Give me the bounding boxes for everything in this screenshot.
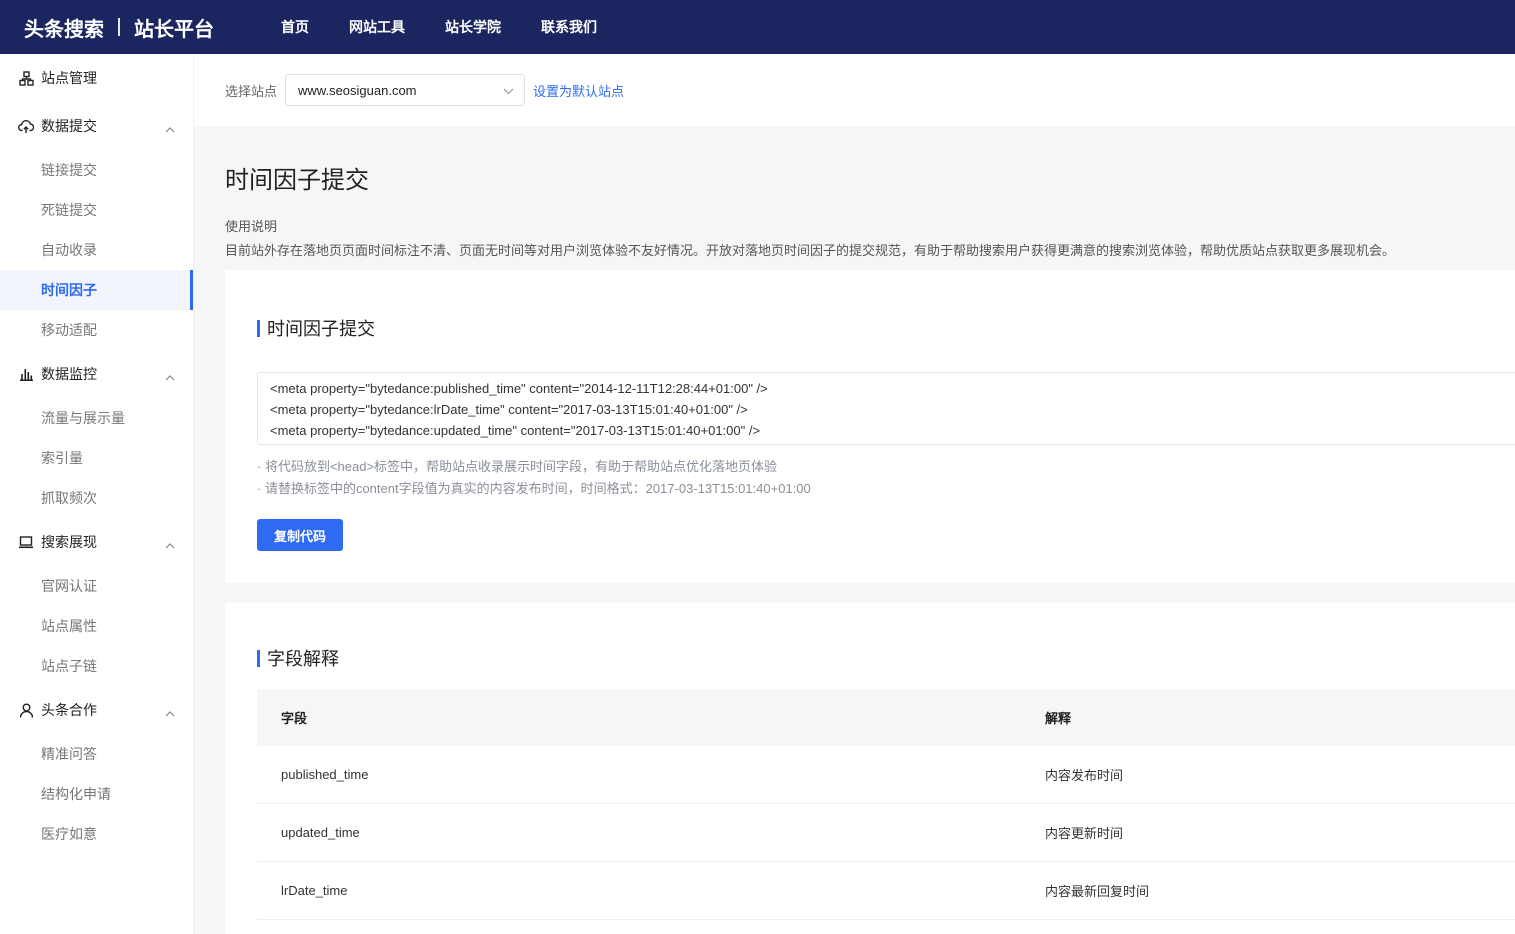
sitemap-icon [18, 70, 34, 86]
cloud-upload-icon [18, 118, 34, 134]
site-select-dropdown[interactable]: www.seosiguan.com [285, 74, 526, 106]
site-select-value: www.seosiguan.com [298, 82, 417, 98]
title-accent-bar [257, 649, 260, 667]
chevron-up-icon [165, 536, 175, 552]
tips: · 将代码放到<head>标签中，帮助站点收录展示时间字段，有助于帮助站点优化落… [257, 456, 811, 500]
sidebar-group-toutiao-coop[interactable]: 头条合作 [0, 686, 193, 734]
sidebar-item-medical[interactable]: 医疗如意 [0, 814, 193, 854]
usage-label: 使用说明 [225, 219, 278, 234]
sidebar-group-label: 数据提交 [41, 118, 97, 134]
sidebar-item-dead-link-submit[interactable]: 死链提交 [0, 190, 193, 230]
table-row: published_time 内容发布时间 [257, 746, 1515, 804]
brand-divider [118, 18, 120, 36]
table-cell: published_time [281, 767, 369, 782]
code-line: <meta property="bytedance:published_time… [270, 381, 768, 396]
table-cell: updated_time [281, 825, 360, 840]
section-title: 字段解释 [257, 645, 339, 671]
brand-name: 头条搜索 [24, 18, 104, 41]
chevron-up-icon [165, 120, 175, 136]
chevron-down-icon [503, 83, 514, 98]
sidebar: 站点管理 数据提交 链接提交 死链提交 自动收录 时间因子 移动适配 数据监控 … [0, 54, 194, 934]
laptop-icon [18, 534, 34, 550]
site-selector-label: 选择站点 [225, 83, 278, 99]
page-intro: 时间因子提交 使用说明 目前站外存在落地页页面时间标注不清、页面无时间等对用户浏… [194, 126, 1515, 270]
table-row: lrDate_time 内容最新回复时间 [257, 862, 1515, 920]
user-icon [18, 702, 34, 718]
title-accent-bar [257, 319, 260, 337]
section-title: 时间因子提交 [257, 315, 375, 341]
sidebar-item-mobile-adapt[interactable]: 移动适配 [0, 310, 193, 350]
sidebar-item-auto-index[interactable]: 自动收录 [0, 230, 193, 270]
table-cell: 内容最新回复时间 [1045, 884, 1150, 899]
code-line: <meta property="bytedance:lrDate_time" c… [270, 402, 748, 417]
column-header-explanation: 解释 [1045, 711, 1072, 726]
sidebar-item-label: 站点管理 [41, 70, 97, 86]
sidebar-group-data-monitor[interactable]: 数据监控 [0, 350, 193, 398]
table-cell: 内容发布时间 [1045, 768, 1124, 783]
tip-line: · 请替换标签中的content字段值为真实的内容发布时间，时间格式：2017-… [257, 481, 811, 496]
nav-site-tools[interactable]: 网站工具 [349, 17, 405, 37]
table-header: 字段 解释 [257, 689, 1515, 746]
code-snippet[interactable]: <meta property="bytedance:published_time… [257, 372, 1515, 445]
chevron-up-icon [165, 368, 175, 384]
sidebar-item-structured-apply[interactable]: 结构化申请 [0, 774, 193, 814]
sidebar-group-label: 头条合作 [41, 702, 97, 718]
section-title-text: 时间因子提交 [267, 319, 375, 339]
table-row: updated_time 内容更新时间 [257, 804, 1515, 862]
sidebar-item-index-count[interactable]: 索引量 [0, 438, 193, 478]
sidebar-item-site-management[interactable]: 站点管理 [0, 54, 193, 102]
top-nav: 首页 网站工具 站长学院 联系我们 [281, 17, 637, 37]
table-cell: lrDate_time [281, 883, 348, 898]
sidebar-item-site-attributes[interactable]: 站点属性 [0, 606, 193, 646]
top-navbar: 头条搜索 站长平台 首页 网站工具 站长学院 联系我们 [0, 0, 1515, 54]
sidebar-group-search-display[interactable]: 搜索展现 [0, 518, 193, 566]
sidebar-item-official-cert[interactable]: 官网认证 [0, 566, 193, 606]
nav-academy[interactable]: 站长学院 [445, 17, 501, 37]
sidebar-item-link-submit[interactable]: 链接提交 [0, 150, 193, 190]
tip-line: · 将代码放到<head>标签中，帮助站点收录展示时间字段，有助于帮助站点优化落… [257, 459, 778, 474]
copy-code-button[interactable]: 复制代码 [257, 519, 343, 551]
sidebar-item-crawl-frequency[interactable]: 抓取频次 [0, 478, 193, 518]
sidebar-item-time-factor[interactable]: 时间因子 [0, 270, 193, 310]
table-cell: 内容更新时间 [1045, 826, 1124, 841]
sidebar-item-traffic[interactable]: 流量与展示量 [0, 398, 193, 438]
sidebar-item-site-sublinks[interactable]: 站点子链 [0, 646, 193, 686]
nav-contact[interactable]: 联系我们 [541, 17, 597, 37]
brand-logo[interactable]: 头条搜索 站长平台 [24, 13, 281, 42]
sidebar-group-label: 搜索展现 [41, 534, 97, 550]
section-title-text: 字段解释 [267, 649, 339, 669]
bar-chart-icon [18, 366, 34, 382]
sidebar-group-label: 数据监控 [41, 366, 97, 382]
site-selector-bar: 选择站点 www.seosiguan.com 设置为默认站点 [194, 54, 1515, 126]
brand-subtitle: 站长平台 [134, 18, 214, 41]
nav-home[interactable]: 首页 [281, 17, 309, 37]
sidebar-group-data-submit[interactable]: 数据提交 [0, 102, 193, 150]
set-default-site-link[interactable]: 设置为默认站点 [533, 81, 624, 100]
fields-card: 字段解释 字段 解释 published_time 内容发布时间 updated… [225, 603, 1515, 934]
submit-card: 时间因子提交 <meta property="bytedance:publish… [225, 270, 1515, 583]
main-content: 选择站点 www.seosiguan.com 设置为默认站点 时间因子提交 使用… [194, 54, 1515, 934]
fields-table: 字段 解释 published_time 内容发布时间 updated_time… [257, 689, 1515, 920]
sidebar-item-precise-qa[interactable]: 精准问答 [0, 734, 193, 774]
chevron-up-icon [165, 704, 175, 720]
code-line: <meta property="bytedance:updated_time" … [270, 423, 761, 438]
usage-description: 目前站外存在落地页页面时间标注不清、页面无时间等对用户浏览体验不友好情况。开放对… [225, 243, 1396, 258]
page-title: 时间因子提交 [225, 167, 369, 194]
column-header-field: 字段 [281, 711, 308, 726]
